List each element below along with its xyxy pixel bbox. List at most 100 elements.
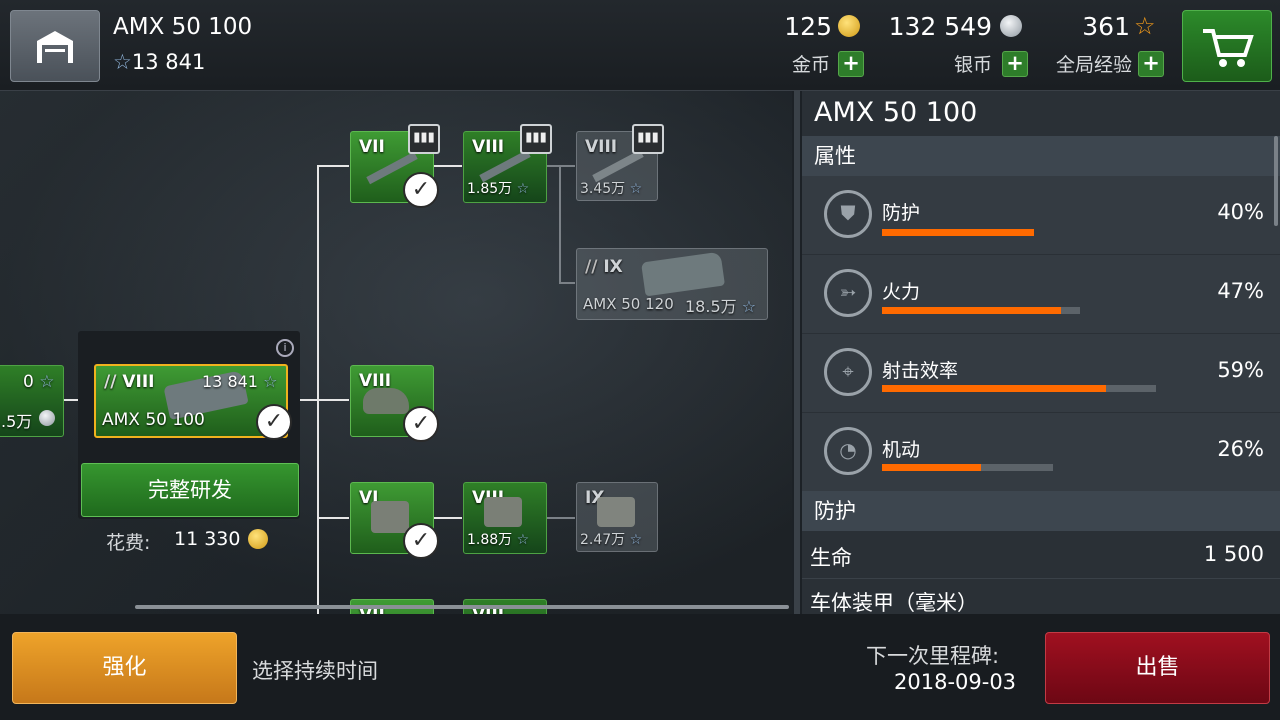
hull-armor-row: 车体装甲（毫米） xyxy=(802,579,1280,614)
engine-image xyxy=(484,497,522,527)
selected-tank-node[interactable]: // VIII 13 841 ☆ AMX 50 100 ✓ xyxy=(94,364,292,440)
tier-label: VIII xyxy=(585,137,618,157)
gold-coin-icon xyxy=(838,15,860,37)
panel-title: AMX 50 100 xyxy=(814,97,978,128)
tank-title: AMX 50 100 xyxy=(113,14,253,40)
ammo-icon: ▮▮▮ xyxy=(632,124,664,154)
free-xp-star-icon: ☆ xyxy=(1134,12,1156,40)
researched-check-icon: ✓ xyxy=(403,406,439,442)
ammo-icon: ▮▮▮ xyxy=(520,124,552,154)
tank-xp-value: 13 841 xyxy=(131,50,206,74)
panel-divider xyxy=(794,91,800,614)
xp-star-icon: ☆ xyxy=(33,372,55,392)
info-icon[interactable]: i xyxy=(276,339,294,357)
stat-name: 射击效率 xyxy=(882,360,959,382)
next-tank-name: AMX 50 120 xyxy=(583,295,674,313)
engine-image xyxy=(371,501,409,533)
xp-star-icon: ☆ xyxy=(512,181,530,197)
xp-star-icon: ☆ xyxy=(512,532,530,548)
engine-image xyxy=(597,497,635,527)
stat-bar-fill xyxy=(882,307,1061,314)
ammo-icon: ▮▮▮ xyxy=(408,124,440,154)
upgrade-button[interactable]: 强化 xyxy=(12,632,237,704)
attributes-header: 属性 xyxy=(802,136,1280,176)
connector xyxy=(545,517,575,519)
researched-check-icon: ✓ xyxy=(256,404,292,440)
previous-tank-xp: 0 xyxy=(23,372,34,392)
stat-percent: 40% xyxy=(1217,200,1264,224)
stat-name: 火力 xyxy=(882,281,921,303)
node-cost: 2.47万 xyxy=(580,532,626,548)
tier-label: VII xyxy=(359,137,385,157)
stat-row-mobility[interactable]: ◔ 机动 26% xyxy=(802,413,1280,492)
panel-scrollbar[interactable] xyxy=(1274,136,1278,226)
engine-node-viii[interactable]: VIII 1.88万 ☆ xyxy=(463,482,547,554)
turret-image xyxy=(363,388,409,414)
next-milestone-date: 2018-09-03 xyxy=(894,670,1017,694)
stat-bar-fill xyxy=(882,464,981,471)
speedometer-icon: ◔ xyxy=(824,427,872,475)
cart-icon xyxy=(1203,29,1254,67)
connector xyxy=(559,165,561,283)
select-duration-link[interactable]: 选择持续时间 xyxy=(252,655,378,685)
protection-header: 防护 xyxy=(802,491,1280,531)
next-tank-node[interactable]: // IX AMX 50 120 18.5万 ☆ xyxy=(576,248,768,320)
crosshair-icon: ⌖ xyxy=(824,348,872,396)
researched-check-icon: ✓ xyxy=(403,172,439,208)
connector xyxy=(432,517,462,519)
shell-icon: ➳ xyxy=(824,269,872,317)
connector xyxy=(432,165,462,167)
horizontal-scrollbar[interactable] xyxy=(135,605,789,609)
stat-bar-fill xyxy=(882,229,1034,236)
previous-tank-cost: .5万 xyxy=(1,412,33,431)
selected-tank-name: AMX 50 100 xyxy=(102,410,205,430)
xp-star-icon: ☆ xyxy=(625,532,643,548)
hp-row: 生命 1 500 xyxy=(802,532,1280,579)
tier-label: VIII xyxy=(472,137,505,157)
buy-silver-button[interactable]: + xyxy=(1002,51,1028,77)
stat-bar-fill xyxy=(882,385,1106,392)
turret-node-viii[interactable]: VIII ✓ xyxy=(350,365,439,442)
sell-button[interactable]: 出售 xyxy=(1045,632,1270,704)
xp-star-icon: ☆ xyxy=(113,50,132,74)
connector xyxy=(317,399,349,401)
node-cost: 18.5万 xyxy=(685,297,737,316)
stat-row-firepower[interactable]: ➳ 火力 47% xyxy=(802,255,1280,334)
garage-button[interactable] xyxy=(10,10,100,82)
full-research-button[interactable]: 完整研发 xyxy=(81,463,299,517)
buy-gold-button[interactable]: + xyxy=(838,51,864,77)
tier-label: // IX xyxy=(585,257,623,277)
free-xp-label: 全局经验 xyxy=(1055,54,1132,76)
tank-xp: ☆13 841 xyxy=(113,50,205,74)
selected-tank-card: i // VIII 13 841 ☆ AMX 50 100 ✓ 完整研发 xyxy=(78,331,300,519)
node-cost: 1.85万 xyxy=(467,181,513,197)
connector xyxy=(317,517,349,519)
xp-star-icon: ☆ xyxy=(736,297,757,316)
engine-node-ix[interactable]: IX 2.47万 ☆ xyxy=(576,482,658,552)
stat-row-shooting-efficiency[interactable]: ⌖ 射击效率 59% xyxy=(802,334,1280,413)
connector xyxy=(559,282,575,284)
garage-icon xyxy=(37,31,73,63)
hp-label: 生命 xyxy=(810,546,852,570)
silver-value: 132 549 xyxy=(888,12,992,41)
engine-node-vi[interactable]: VI ✓ xyxy=(350,482,439,559)
gold-label: 金币 xyxy=(791,54,830,76)
stat-name: 机动 xyxy=(882,439,921,461)
node-cost: 3.45万 xyxy=(580,181,626,197)
cost-label: 花费: xyxy=(106,532,151,554)
buy-free-xp-button[interactable]: + xyxy=(1138,51,1164,77)
stat-name: 防护 xyxy=(882,202,921,224)
stat-percent: 47% xyxy=(1217,279,1264,303)
previous-tank-node[interactable]: 0 ☆ .5万 xyxy=(0,365,64,437)
shield-icon: ⛊ xyxy=(824,190,872,238)
silver-coin-icon xyxy=(39,410,55,426)
stat-row-protection[interactable]: ⛊ 防护 40% xyxy=(802,176,1280,255)
node-cost: 1.88万 xyxy=(467,532,513,548)
tech-tree[interactable]: 0 ☆ .5万 i // VIII 13 841 ☆ AMX 50 100 ✓ … xyxy=(0,91,792,614)
researched-check-icon: ✓ xyxy=(403,523,439,559)
xp-star-icon: ☆ xyxy=(625,181,643,197)
stat-bar xyxy=(882,464,1053,471)
hp-value: 1 500 xyxy=(1203,542,1264,566)
shop-button[interactable] xyxy=(1182,10,1272,82)
stat-bar xyxy=(882,229,1034,236)
